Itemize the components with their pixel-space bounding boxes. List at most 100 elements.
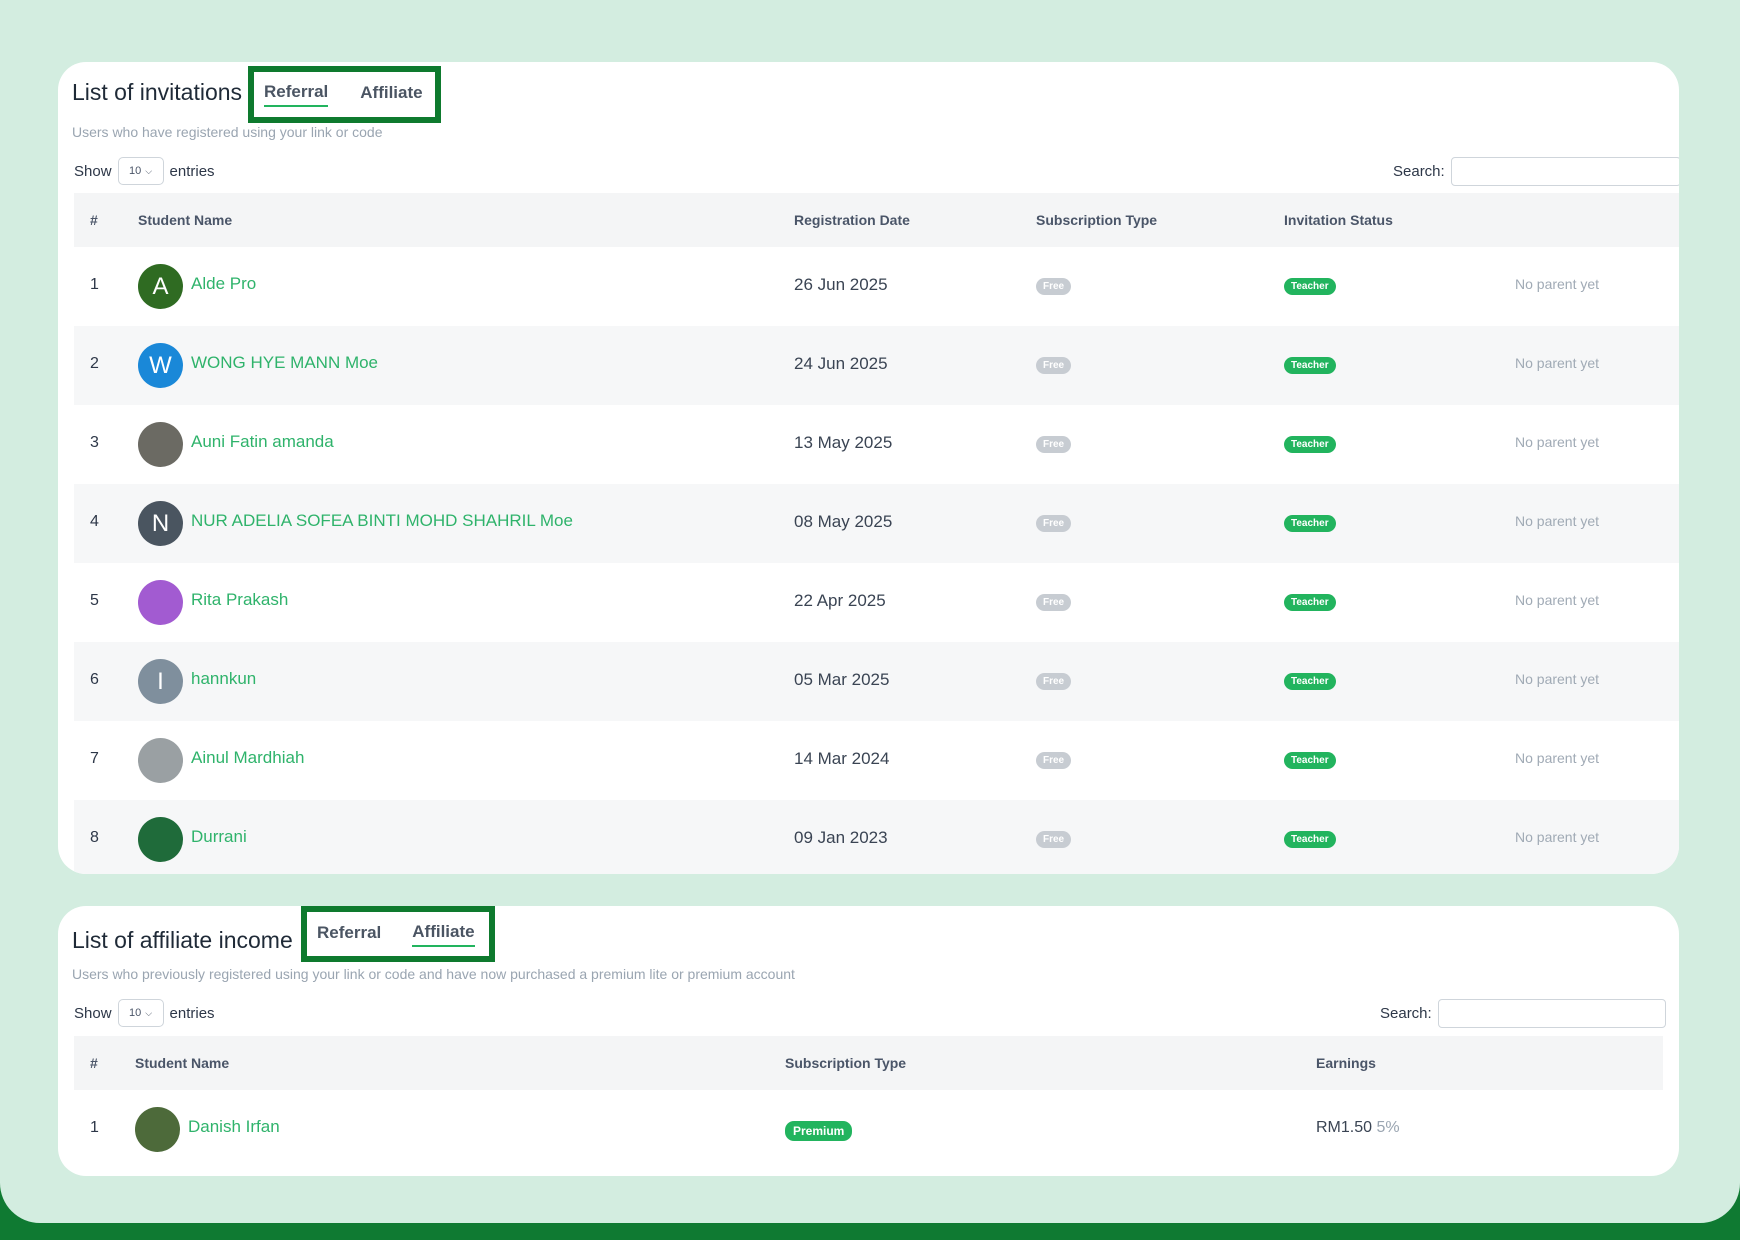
affiliate-tab-group: Referral Affiliate [301,906,495,962]
invitations-title: List of invitations [72,79,243,105]
subscription-badge: Free [1036,752,1072,769]
search-input[interactable] [1450,157,1679,186]
row-index: 1 [90,276,99,293]
affiliate-subtitle: Users who previously registered using yo… [72,966,795,982]
col-registration-date[interactable]: Registration Date [794,212,910,228]
parent-status: No parent yet [1515,355,1600,371]
student-name-link[interactable]: hannkun [191,669,256,689]
search-control: Search: [1380,999,1666,1028]
earnings-percent: 5% [1376,1119,1400,1136]
parent-status: No parent yet [1515,829,1600,845]
tab-referral[interactable]: Referral [264,82,329,107]
registration-date: 26 Jun 2025 [794,275,888,294]
student-name-link[interactable]: Durrani [191,827,247,847]
table-header: # Student Name Registration Date Subscri… [74,193,1679,247]
invitations-tab-group: Referral Affiliate [248,66,441,123]
invitations-subtitle: Users who have registered using your lin… [72,124,383,140]
page-background: List of invitations Referral Affiliate U… [0,0,1740,1223]
search-label: Search: [1393,163,1445,180]
student-name-link[interactable]: NUR ADELIA SOFEA BINTI MOHD SHAHRIL Moe [191,511,573,531]
registration-date: 08 May 2025 [794,512,893,531]
table-row: 4 N NUR ADELIA SOFEA BINTI MOHD SHAHRIL Mo… [74,484,1679,563]
entries-label: entries [169,1004,215,1022]
table-row: 5 Rita Prakash 22 Apr 2025 Free Teacher No pa… [74,563,1679,642]
student-name-link[interactable]: Ainul Mardhiah [191,748,304,768]
parent-status: No parent yet [1515,592,1600,608]
student-name-link[interactable]: Danish Irfan [188,1117,280,1137]
avatar [135,1107,180,1152]
subscription-badge: Free [1036,515,1072,532]
tab-affiliate[interactable]: Affiliate [412,922,475,947]
earnings-amount: RM1.50 [1316,1119,1373,1136]
row-index: 6 [90,671,99,688]
avatar [138,817,183,862]
table-row: 1 A Alde Pro 26 Jun 2025 Free Teacher No paren… [74,247,1679,326]
status-badge: Teacher [1284,594,1336,611]
avatar [138,738,183,783]
entries-value: 10 [128,1007,142,1019]
student-name-link[interactable]: Auni Fatin amanda [191,432,334,452]
row-index: 4 [90,513,99,530]
registration-date: 14 Mar 2024 [794,749,890,768]
table-row: 3 Auni Fatin amanda 13 May 2025 Free Teacher… [74,405,1679,484]
table-row: 6 Ihannkun 05 Mar 2025 Free Teacher No parent… [74,642,1679,721]
row-index: 7 [90,750,99,767]
status-badge: Teacher [1284,752,1336,769]
search-control: Search: [1393,157,1679,186]
avatar [138,580,183,625]
show-label: Show [74,1004,112,1022]
subscription-badge: Premium [785,1121,853,1141]
entries-label: entries [169,162,215,180]
col-invitation-status[interactable]: Invitation Status [1284,212,1393,228]
table-row: 8 Durrani 09 Jan 2023 Free Teacher No parent … [74,800,1679,874]
search-label: Search: [1380,1005,1432,1022]
entries-control: Show 10 ⌵ entries [74,999,215,1027]
parent-status: No parent yet [1515,750,1600,766]
status-badge: Teacher [1284,436,1336,453]
student-name-link[interactable]: Alde Pro [191,274,256,294]
table-row: 1 Danish Irfan Premium RM1.50 5% [74,1090,1663,1169]
entries-select[interactable]: 10 ⌵ [117,157,164,185]
table-row: 2 W WONG HYE MANN Moe 24 Jun 2025 Free Teache… [74,326,1679,405]
affiliate-card: List of affiliate income Referral Affili… [58,906,1679,1176]
col-earnings[interactable]: Earnings [1316,1055,1376,1071]
row-index: 5 [90,592,99,609]
status-badge: Teacher [1284,278,1336,295]
parent-status: No parent yet [1515,671,1600,687]
col-subscription-type[interactable]: Subscription Type [785,1055,906,1071]
col-index: # [90,1055,98,1071]
invitations-card: List of invitations Referral Affiliate U… [58,62,1679,874]
registration-date: 22 Apr 2025 [794,591,886,610]
status-badge: Teacher [1284,831,1336,848]
entries-select[interactable]: 10 ⌵ [117,999,164,1027]
row-index: 8 [90,829,99,846]
entries-value: 10 [128,165,142,177]
student-name-link[interactable]: Rita Prakash [191,590,288,610]
tab-referral[interactable]: Referral [317,923,381,946]
parent-status: No parent yet [1515,276,1600,292]
affiliate-title: List of affiliate income [72,927,293,953]
table-row: 7 Ainul Mardhiah 14 Mar 2024 Free Teacher No … [74,721,1679,800]
avatar [138,422,183,467]
registration-date: 13 May 2025 [794,433,893,452]
parent-status: No parent yet [1515,434,1600,450]
status-badge: Teacher [1284,515,1336,532]
registration-date: 09 Jan 2023 [794,828,888,847]
registration-date: 05 Mar 2025 [794,670,890,689]
avatar: W [138,343,183,388]
chevron-down-icon: ⌵ [145,1007,153,1018]
search-input[interactable] [1437,999,1666,1028]
col-subscription-type[interactable]: Subscription Type [1036,212,1157,228]
entries-control: Show 10 ⌵ entries [74,157,215,185]
col-student-name[interactable]: Student Name [135,1055,229,1071]
tab-affiliate[interactable]: Affiliate [360,83,422,106]
student-name-link[interactable]: WONG HYE MANN Moe [191,353,378,373]
subscription-badge: Free [1036,357,1072,374]
chevron-down-icon: ⌵ [145,165,153,176]
row-index: 1 [90,1119,99,1136]
avatar: N [138,501,183,546]
show-label: Show [74,162,112,180]
subscription-badge: Free [1036,278,1072,295]
col-student-name[interactable]: Student Name [138,212,232,228]
registration-date: 24 Jun 2025 [794,354,888,373]
